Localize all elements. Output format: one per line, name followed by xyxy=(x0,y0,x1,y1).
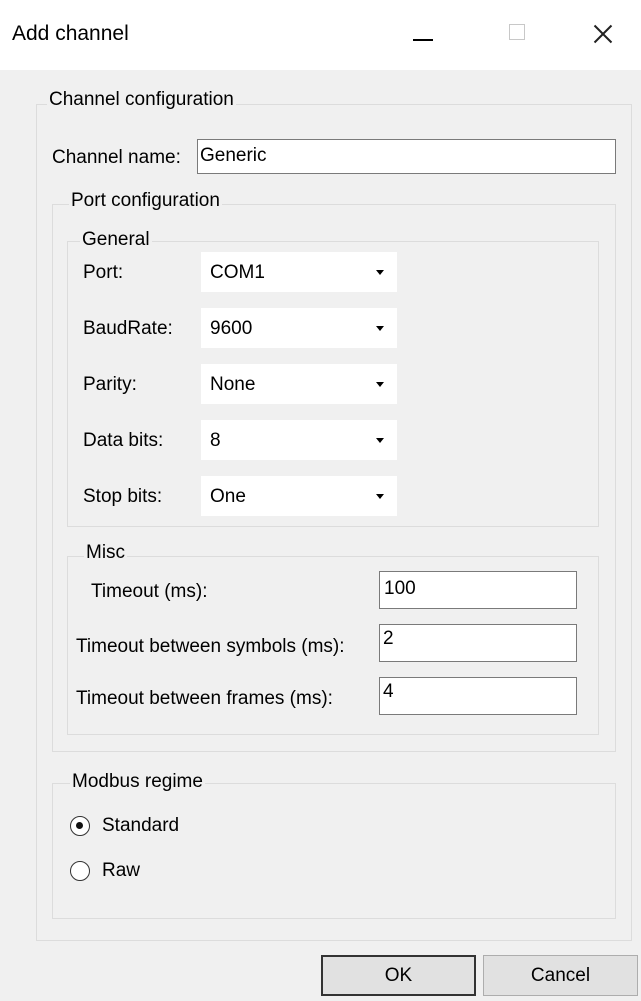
timeout-frames-input[interactable]: 4 xyxy=(379,677,577,715)
channel-name-label: Channel name: xyxy=(52,147,181,168)
chevron-down-icon xyxy=(376,382,384,387)
timeout-value: 100 xyxy=(384,578,416,599)
chevron-down-icon xyxy=(376,270,384,275)
timeout-symbols-value: 2 xyxy=(383,628,394,649)
channel-name-value: Generic xyxy=(200,145,267,166)
data-bits-value: 8 xyxy=(210,430,221,451)
port-label: Port: xyxy=(83,262,124,283)
baudrate-value: 9600 xyxy=(210,318,253,339)
cancel-button[interactable]: Cancel xyxy=(483,955,638,996)
title-bar: Add channel xyxy=(0,0,641,70)
port-select[interactable]: COM1 xyxy=(201,252,397,292)
close-icon[interactable] xyxy=(580,14,626,54)
chevron-down-icon xyxy=(376,438,384,443)
baudrate-label: BaudRate: xyxy=(83,318,173,339)
timeout-symbols-label: Timeout between symbols (ms): xyxy=(76,636,345,657)
modbus-regime-legend: Modbus regime xyxy=(70,771,205,793)
misc-legend: Misc xyxy=(84,542,128,564)
ok-button-label: OK xyxy=(384,964,413,986)
ok-button[interactable]: OK xyxy=(321,955,476,996)
timeout-symbols-input[interactable]: 2 xyxy=(379,624,577,662)
stop-bits-label: Stop bits: xyxy=(83,486,163,507)
data-bits-select[interactable]: 8 xyxy=(201,420,397,460)
parity-label: Parity: xyxy=(83,374,137,395)
standard-label[interactable]: Standard xyxy=(102,815,179,837)
data-bits-label: Data bits: xyxy=(83,430,164,451)
timeout-frames-label: Timeout between frames (ms): xyxy=(76,688,333,709)
raw-radio[interactable] xyxy=(70,861,90,881)
port-configuration-legend: Port configuration xyxy=(69,190,222,212)
minimize-icon[interactable] xyxy=(400,14,446,54)
stop-bits-value: One xyxy=(210,486,246,507)
timeout-input[interactable]: 100 xyxy=(379,571,577,609)
baudrate-select[interactable]: 9600 xyxy=(201,308,397,348)
cancel-button-label: Cancel xyxy=(530,964,591,986)
parity-select[interactable]: None xyxy=(201,364,397,404)
timeout-frames-value: 4 xyxy=(383,681,394,702)
channel-name-input[interactable]: Generic xyxy=(197,139,616,174)
general-legend: General xyxy=(80,229,152,251)
parity-value: None xyxy=(210,374,256,395)
port-value: COM1 xyxy=(210,262,265,283)
window-title: Add channel xyxy=(12,22,129,45)
stop-bits-select[interactable]: One xyxy=(201,476,397,516)
chevron-down-icon xyxy=(376,326,384,331)
standard-radio[interactable] xyxy=(70,816,90,836)
chevron-down-icon xyxy=(376,494,384,499)
timeout-label: Timeout (ms): xyxy=(91,581,208,602)
channel-configuration-legend: Channel configuration xyxy=(47,89,236,111)
raw-label[interactable]: Raw xyxy=(102,860,140,882)
modbus-regime-group xyxy=(52,783,616,919)
maximize-icon[interactable] xyxy=(494,14,540,54)
